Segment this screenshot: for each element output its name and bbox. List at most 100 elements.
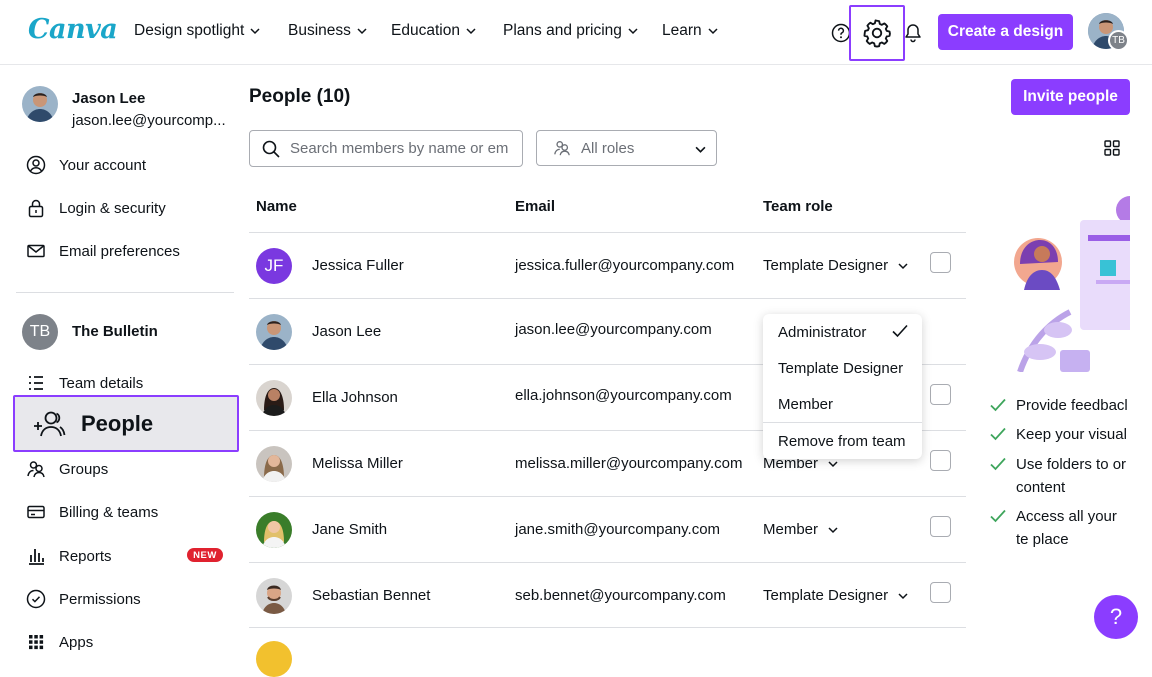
search-icon [262, 140, 280, 158]
bar-chart-icon [29, 549, 44, 565]
new-badge: NEW [187, 548, 223, 562]
sidebar-item-label: Team details [59, 374, 144, 392]
member-name: Ella Johnson [312, 389, 398, 406]
table-row: JF Jessica Fuller jessica.fuller@yourcom… [249, 232, 966, 298]
member-email: melissa.miller@yourcompany.com [515, 455, 743, 472]
nav-business[interactable]: Business [288, 22, 367, 40]
roles-filter-select[interactable]: All roles [536, 130, 717, 166]
row-checkbox[interactable] [930, 384, 951, 405]
sidebar-item-team-details[interactable]: Team details [26, 373, 143, 393]
check-icon [990, 427, 1006, 441]
sidebar-item-label: Groups [59, 460, 109, 478]
chevron-down-icon [898, 592, 908, 599]
sidebar-item-reports[interactable]: Reports [26, 546, 112, 566]
nav-label: Design spotlight [134, 22, 245, 39]
chevron-down-icon [828, 526, 838, 533]
team-role-select[interactable]: Member [763, 521, 838, 538]
nav-plans-pricing[interactable]: Plans and pricing [503, 22, 638, 40]
member-email: seb.bennet@yourcompany.com [515, 587, 726, 604]
search-placeholder: Search members by name or em [290, 140, 509, 157]
promo-feature-item: Keep your visual [990, 423, 1130, 446]
check-icon [990, 457, 1006, 471]
member-avatar [256, 512, 292, 548]
member-name: Jessica Fuller [312, 257, 404, 274]
sidebar-item-label: People [81, 411, 154, 436]
column-header-name[interactable]: Name [256, 198, 297, 215]
member-avatar [256, 641, 292, 677]
search-members-input[interactable]: Search members by name or em [249, 130, 523, 167]
row-checkbox[interactable] [930, 582, 951, 603]
sidebar-item-groups[interactable]: Groups [26, 459, 108, 479]
sidebar-item-label: Billing & teams [59, 503, 159, 521]
team-role-value: Template Designer [763, 257, 889, 274]
profile-avatar [22, 86, 58, 122]
help-button[interactable]: ? [1094, 595, 1138, 639]
menu-item-remove-from-team[interactable]: Remove from team [778, 433, 906, 450]
sidebar-item-permissions[interactable]: Permissions [26, 589, 141, 609]
chevron-down-icon [250, 28, 260, 35]
sidebar-item-email-preferences[interactable]: Email preferences [26, 241, 180, 261]
sidebar-item-apps[interactable]: Apps [26, 632, 93, 652]
row-checkbox[interactable] [930, 450, 951, 471]
groups-icon [554, 141, 570, 156]
chevron-down-icon [466, 28, 476, 35]
member-name: Jane Smith [312, 521, 388, 538]
member-avatar: JF [256, 248, 292, 284]
sidebar-item-your-account[interactable]: Your account [26, 155, 146, 175]
credit-card-icon [27, 505, 45, 519]
profile-name: Jason Lee [72, 90, 146, 107]
team-name: The Bulletin [72, 323, 158, 340]
chevron-down-icon [628, 28, 638, 35]
team-badge-avatar: TB [1108, 30, 1129, 51]
sidebar-item-label: Apps [59, 633, 94, 651]
chevron-down-icon [828, 460, 838, 467]
grid-view-icon[interactable] [1104, 140, 1120, 161]
promo-feature-item: Access all your te place [990, 505, 1130, 551]
team-role-value: Template Designer [763, 587, 889, 604]
member-name: Sebastian Bennet [312, 587, 431, 604]
member-email: jason.lee@yourcompany.com [515, 321, 712, 338]
row-checkbox[interactable] [930, 516, 951, 537]
mail-icon [27, 244, 45, 258]
sidebar-divider [16, 292, 234, 293]
settings-highlight-frame [849, 5, 905, 61]
column-header-email[interactable]: Email [515, 198, 555, 215]
team-role-select[interactable]: Template Designer [763, 257, 908, 274]
menu-item-template-designer[interactable]: Template Designer [778, 360, 903, 377]
table-row: Jane Smith jane.smith@yourcompany.com Me… [249, 496, 966, 562]
member-email: jane.smith@yourcompany.com [515, 521, 721, 538]
nav-design-spotlight[interactable]: Design spotlight [134, 22, 260, 40]
menu-divider [763, 422, 922, 423]
promo-feature-text: Keep your visual [1016, 426, 1127, 443]
list-icon [29, 376, 43, 390]
create-design-button[interactable]: Create a design [938, 14, 1073, 50]
row-checkbox[interactable] [930, 252, 951, 273]
column-header-team-role[interactable]: Team role [763, 198, 833, 215]
page-title: People (10) [249, 86, 351, 107]
sidebar-item-login-security[interactable]: Login & security [26, 198, 166, 218]
invite-people-button[interactable]: Invite people [1011, 79, 1130, 115]
promo-feature-item: Use folders to or content [990, 453, 1130, 499]
menu-item-administrator[interactable]: Administrator [778, 324, 866, 341]
team-role-select[interactable]: Template Designer [763, 587, 908, 604]
sidebar-item-people[interactable]: People [13, 395, 239, 452]
team-role-menu: Administrator Template Designer Member R… [763, 314, 922, 459]
check-circle-icon [26, 589, 46, 609]
notification-bell-icon[interactable] [902, 22, 924, 44]
groups-icon [27, 461, 45, 478]
chevron-down-icon [898, 262, 908, 269]
nav-learn[interactable]: Learn [662, 22, 718, 40]
nav-label: Education [391, 22, 460, 39]
sidebar-item-label: Permissions [59, 590, 141, 608]
user-circle-icon [26, 155, 46, 175]
promo-feature-text: Use folders to or content [1016, 456, 1127, 496]
people-add-icon [34, 411, 66, 437]
menu-item-member[interactable]: Member [778, 396, 833, 413]
nav-education[interactable]: Education [391, 22, 476, 40]
table-row: Sebastian Bennet seb.bennet@yourcompany.… [249, 562, 966, 628]
table-row-divider [249, 627, 966, 628]
sidebar-item-billing-teams[interactable]: Billing & teams [26, 502, 158, 522]
member-name: Melissa Miller [312, 455, 403, 472]
sidebar-item-label: Your account [59, 156, 147, 174]
canva-logo[interactable]: Canva [28, 14, 118, 45]
